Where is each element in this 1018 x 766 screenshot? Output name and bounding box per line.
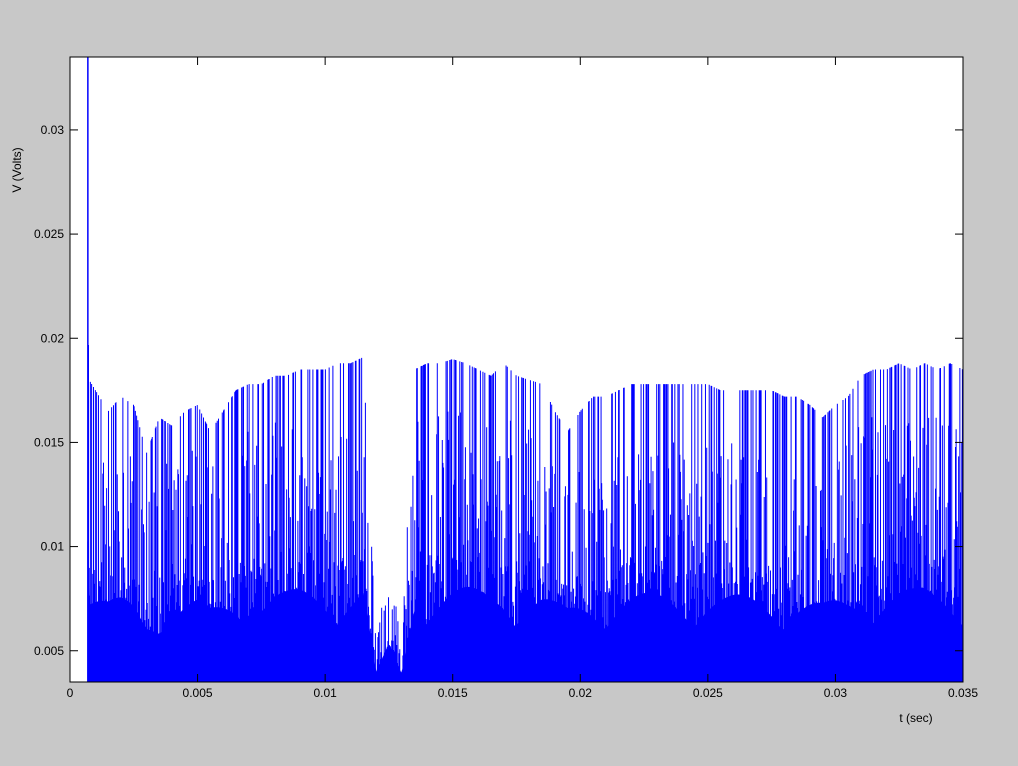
y-tick-label: 0.025 <box>34 227 64 241</box>
y-tick-label: 0.01 <box>41 540 65 554</box>
y-tick-label: 0.03 <box>41 123 65 137</box>
x-tick-label: 0.035 <box>948 686 978 700</box>
y-axis-label: V (Volts) <box>10 147 24 192</box>
y-tick-label: 0.02 <box>41 331 65 345</box>
x-tick-label: 0 <box>67 686 74 700</box>
y-tick-label: 0.005 <box>34 644 64 658</box>
x-tick-label: 0.025 <box>693 686 723 700</box>
x-tick-label: 0.02 <box>569 686 593 700</box>
x-tick-label: 0.01 <box>313 686 337 700</box>
figure: 0 0.005 0.01 0.015 0.02 0.025 0.03 0.035 0.005 0.… <box>0 0 1018 766</box>
x-tick-label: 0.015 <box>438 686 468 700</box>
y-tick-label: 0.015 <box>34 435 64 449</box>
x-tick-label: 0.03 <box>824 686 848 700</box>
x-tick-label: 0.005 <box>183 686 213 700</box>
x-axis-label: t (sec) <box>899 711 932 725</box>
